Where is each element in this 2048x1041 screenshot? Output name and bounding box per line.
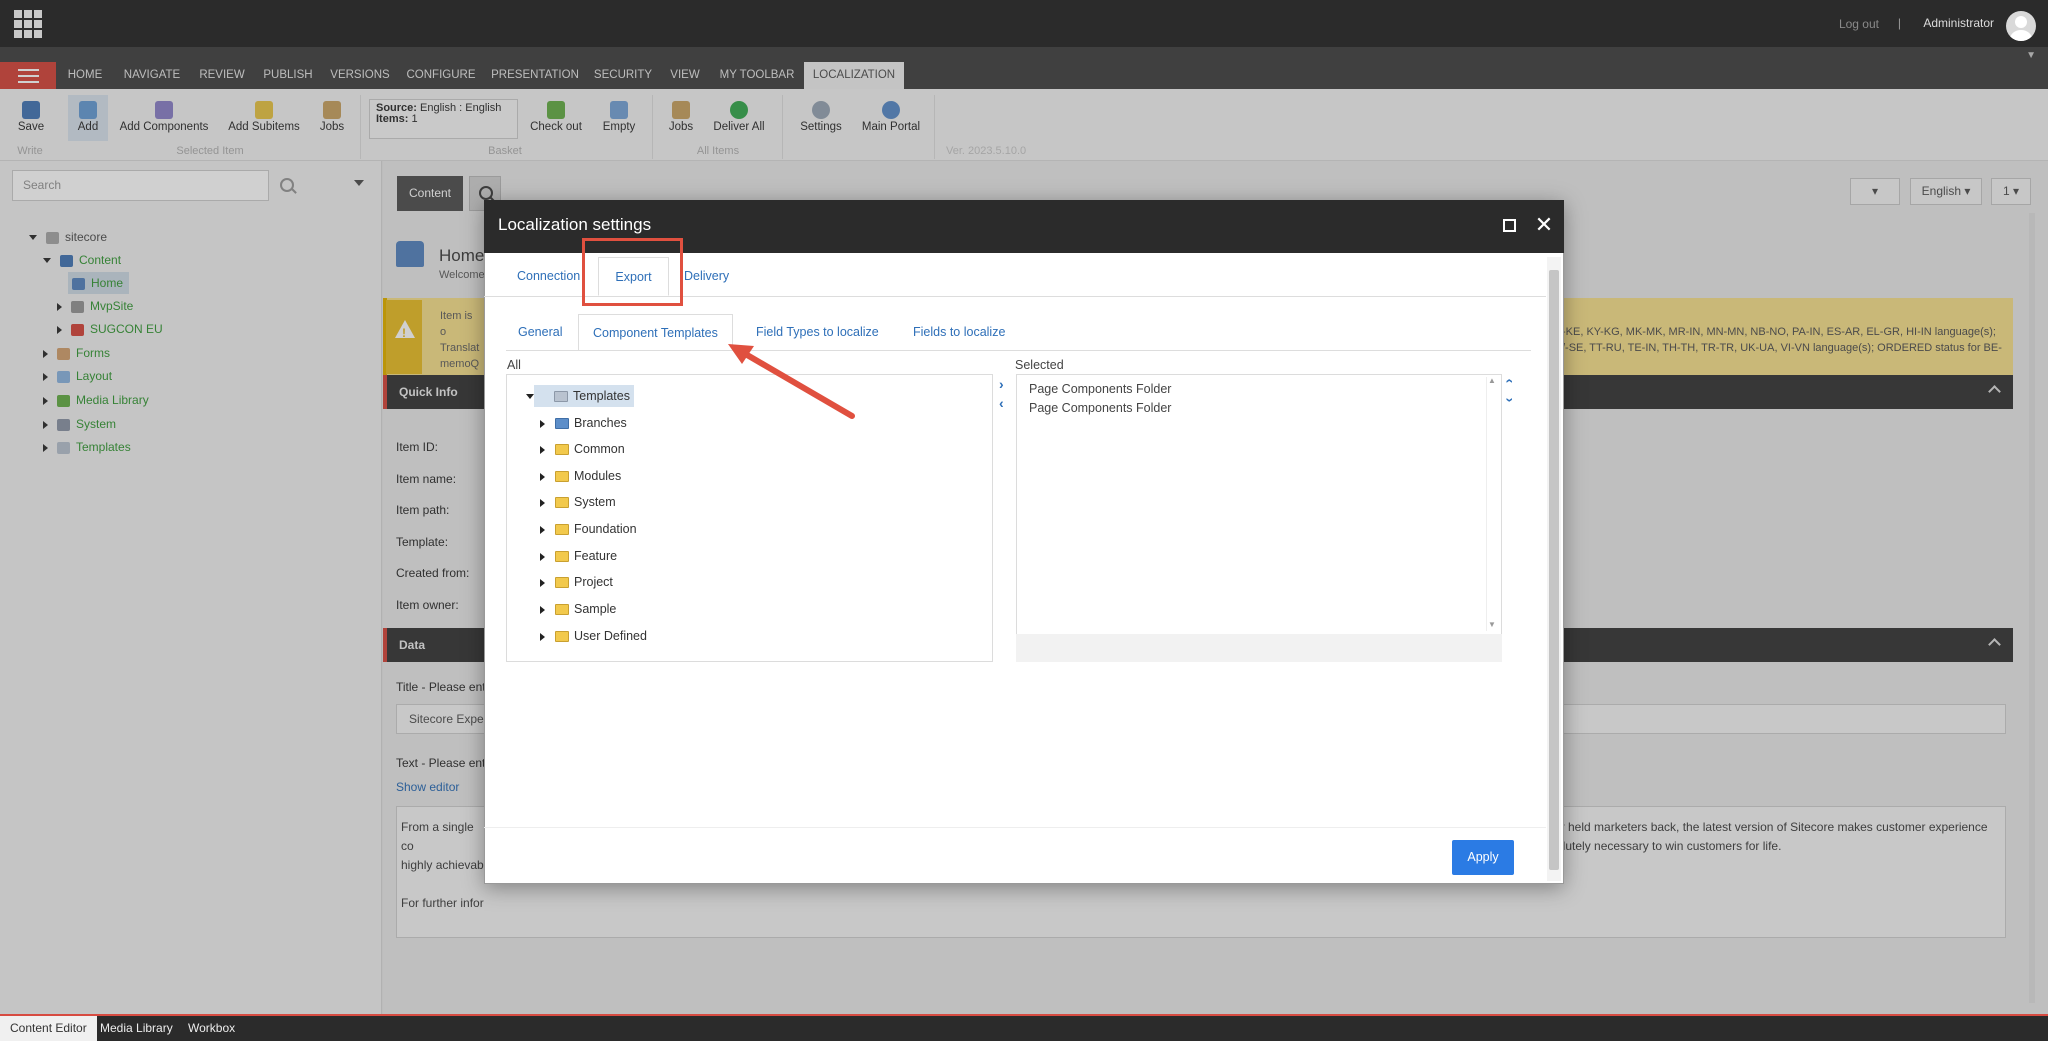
chevron-right-icon[interactable] xyxy=(540,578,545,587)
tree-node-branches[interactable]: Branches xyxy=(540,412,627,434)
subtab-fields-to-localize[interactable]: Fields to localize xyxy=(899,314,1019,351)
bottom-taskbar xyxy=(0,1014,2048,1041)
scrollbar-thumb[interactable] xyxy=(1549,270,1559,870)
tree-node-modules[interactable]: Modules xyxy=(540,465,621,487)
folder-icon xyxy=(555,497,569,509)
scrollbar[interactable] xyxy=(1486,377,1500,631)
chevron-right-icon[interactable] xyxy=(540,605,545,614)
global-header xyxy=(0,0,2048,47)
tree-node-feature[interactable]: Feature xyxy=(540,545,617,567)
avatar[interactable] xyxy=(2006,11,2036,41)
chevron-right-icon[interactable] xyxy=(540,498,545,507)
move-left-icon[interactable]: ‹ xyxy=(999,395,1004,411)
selected-templates-list xyxy=(1016,374,1502,662)
chevron-right-icon[interactable] xyxy=(540,525,545,534)
chevron-right-icon[interactable] xyxy=(540,552,545,561)
tab-media-library[interactable]: Media Library xyxy=(90,1016,183,1041)
close-icon[interactable]: ✕ xyxy=(1534,214,1554,236)
tree-node-user-defined[interactable]: User Defined xyxy=(540,625,647,647)
move-right-icon[interactable]: › xyxy=(999,376,1004,392)
branches-icon xyxy=(555,418,569,430)
tree-node-common[interactable]: Common xyxy=(540,438,625,460)
folder-icon xyxy=(555,604,569,616)
highlight-annotation xyxy=(582,238,683,306)
user-name[interactable]: Administrator xyxy=(1923,16,1994,30)
folder-icon xyxy=(555,551,569,563)
app-launcher-icon[interactable] xyxy=(14,10,42,38)
subtab-general[interactable]: General xyxy=(504,314,576,351)
tree-node-foundation[interactable]: Foundation xyxy=(540,518,637,540)
dialog-title: Localization settings xyxy=(498,215,652,234)
tree-node-sample[interactable]: Sample xyxy=(540,598,616,620)
tree-node-system[interactable]: System xyxy=(540,491,616,513)
apply-button[interactable]: Apply xyxy=(1452,840,1514,875)
selected-list-footer xyxy=(1016,634,1502,662)
tab-workbox[interactable]: Workbox xyxy=(178,1016,245,1041)
selected-item[interactable]: Page Components Folder xyxy=(1029,382,1171,396)
folder-icon xyxy=(555,524,569,536)
subtab-divider xyxy=(506,350,1531,351)
tab-connection[interactable]: Connection xyxy=(505,257,592,296)
folder-icon xyxy=(555,577,569,589)
maximize-icon[interactable] xyxy=(1503,219,1516,232)
tree-node-project[interactable]: Project xyxy=(540,571,613,593)
folder-icon xyxy=(555,471,569,483)
chevron-right-icon[interactable] xyxy=(540,419,545,428)
all-label: All xyxy=(507,358,521,372)
tree-node-templates[interactable]: Templates xyxy=(526,385,634,407)
chevron-right-icon[interactable] xyxy=(540,445,545,454)
folder-icon xyxy=(555,444,569,456)
selected-item[interactable]: Page Components Folder xyxy=(1029,401,1171,415)
move-up-icon[interactable]: ‹ xyxy=(1502,379,1518,384)
chevron-right-icon[interactable] xyxy=(540,632,545,641)
scroll-up-icon[interactable]: ▲ xyxy=(1488,376,1496,385)
folder-icon xyxy=(555,631,569,643)
header-separator: | xyxy=(1897,16,1901,30)
annotation-arrow xyxy=(728,344,855,419)
chevron-down-icon[interactable] xyxy=(526,394,534,400)
move-down-icon[interactable]: › xyxy=(1502,398,1518,403)
chevron-right-icon[interactable] xyxy=(540,472,545,481)
templates-icon xyxy=(554,391,568,403)
dialog-footer-divider xyxy=(484,827,1546,828)
scroll-down-icon[interactable]: ▼ xyxy=(1488,620,1496,629)
subtab-component-templates[interactable]: Component Templates xyxy=(578,314,733,351)
tab-content-editor[interactable]: Content Editor xyxy=(0,1016,97,1041)
logout-link[interactable]: Log out xyxy=(1839,17,1879,31)
selected-label: Selected xyxy=(1015,358,1064,372)
